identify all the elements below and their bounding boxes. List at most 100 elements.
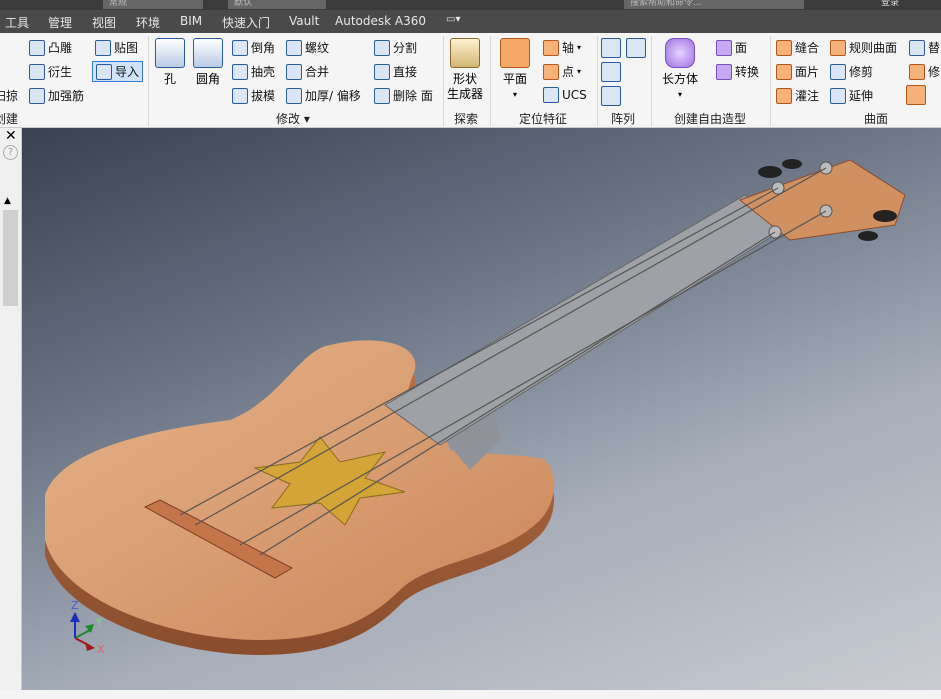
modify-group-label[interactable]: 修改 ▾: [276, 110, 310, 127]
shell-button[interactable]: 抽壳: [232, 63, 275, 80]
mirror-icon: [626, 38, 646, 58]
rectangular-pattern-button[interactable]: [601, 38, 621, 58]
shape-generator-button[interactable]: 形状 生成器: [447, 38, 483, 102]
close-icon[interactable]: ✕: [5, 128, 17, 144]
ucs-button[interactable]: UCS: [543, 87, 587, 103]
hole-button[interactable]: 孔: [155, 38, 185, 87]
shell-icon: [232, 63, 248, 80]
sculpt-button[interactable]: 灌注: [776, 87, 819, 104]
point-button[interactable]: 点 ▾: [543, 63, 581, 80]
split-button[interactable]: 分割: [374, 39, 417, 56]
fillet-button[interactable]: 圆角: [193, 38, 223, 87]
box-icon: [665, 38, 695, 68]
stitch-icon: [776, 39, 792, 56]
chamfer-button[interactable]: 倒角: [232, 39, 275, 56]
tab-bim[interactable]: BIM: [180, 14, 202, 28]
surface-group-label: 曲面: [864, 112, 889, 126]
freeform-group-label: 创建自由造型: [674, 112, 747, 126]
scroll-up-icon[interactable]: ▲: [4, 196, 11, 206]
sculpt-icon: [776, 87, 792, 104]
stitch-button[interactable]: 缝合: [776, 39, 819, 56]
patch-icon: [776, 63, 792, 80]
rib-icon: [29, 87, 45, 104]
ruled-surface-button[interactable]: 规则曲面: [830, 39, 897, 56]
thicken-offset-button[interactable]: 加厚/ 偏移: [286, 87, 361, 104]
thread-button[interactable]: 螺纹: [286, 39, 329, 56]
plane-button[interactable]: 平面 ▾: [500, 38, 530, 102]
sign-in-link[interactable]: 登录: [875, 0, 935, 9]
trim-icon: [830, 63, 846, 80]
ribbon-tabs: 工具 管理 视图 环境 BIM 快速入门 Vault Autodesk A360…: [0, 10, 941, 33]
sketch-pattern-button[interactable]: [601, 86, 621, 106]
triad-y-label: Y: [95, 616, 103, 629]
hole-icon: [155, 38, 185, 68]
tab-manage[interactable]: 管理: [48, 14, 72, 31]
tab-getting-started[interactable]: 快速入门: [222, 14, 270, 31]
mirror-button[interactable]: [626, 38, 646, 58]
derive-button[interactable]: 衍生: [29, 63, 72, 80]
rectangular-pattern-icon: [601, 38, 621, 58]
tab-a360[interactable]: Autodesk A360: [335, 14, 426, 28]
sketch-pattern-icon: [601, 86, 621, 106]
triad-z-label: Z: [71, 599, 79, 612]
direct-icon: [374, 63, 390, 80]
plane-icon: [500, 38, 530, 68]
thread-icon: [286, 39, 302, 56]
fillet-icon: [193, 38, 223, 68]
repair-button[interactable]: 修: [909, 63, 940, 80]
rib-button[interactable]: 加强筋: [29, 87, 84, 104]
3d-viewport[interactable]: Z Y X: [22, 128, 941, 690]
material-dropdown[interactable]: 默认: [228, 0, 326, 9]
decal-icon: [95, 39, 111, 56]
style-dropdown[interactable]: 常规: [103, 0, 203, 9]
point-icon: [543, 63, 559, 80]
freeform-box-button[interactable]: 长方体 ▾: [662, 38, 698, 102]
emboss-button[interactable]: 凸雕: [29, 39, 72, 56]
triad-x-label: X: [97, 643, 105, 656]
divider: [651, 36, 652, 126]
tab-environment[interactable]: 环境: [136, 14, 160, 31]
tab-vault[interactable]: Vault: [289, 14, 319, 28]
trim-button[interactable]: 修剪: [830, 63, 873, 80]
pattern-group-label: 阵列: [611, 112, 636, 126]
delete-face-icon: [374, 87, 390, 104]
axis-button[interactable]: 轴 ▾: [543, 39, 581, 56]
delete-face-button[interactable]: 删除 面: [374, 87, 433, 104]
convert-icon: [716, 63, 732, 80]
surface-extra-button[interactable]: [906, 85, 926, 105]
freeform-face-button[interactable]: 面: [716, 39, 747, 56]
fretboard: [384, 194, 791, 446]
scrollbar-thumb[interactable]: [3, 210, 18, 306]
extend-button[interactable]: 延伸: [830, 87, 873, 104]
draft-icon: [232, 87, 248, 104]
help-icon[interactable]: ?: [3, 145, 18, 160]
ribbon: 凸雕 衍生 加强筋 贴图 导入 扫掠 创建 孔 圆角 倒角 抽壳 拔模 螺纹 合…: [0, 33, 941, 128]
convert-button[interactable]: 转换: [716, 63, 759, 80]
panel-toggle-icon[interactable]: ▭▾: [446, 14, 460, 25]
ucs-icon: [543, 87, 559, 103]
draft-button[interactable]: 拔模: [232, 87, 275, 104]
direct-button[interactable]: 直接: [374, 63, 417, 80]
view-triad[interactable]: Z Y X: [62, 598, 132, 658]
thicken-icon: [286, 87, 302, 104]
tab-view[interactable]: 视图: [92, 14, 116, 31]
combine-icon: [286, 63, 302, 80]
replace-face-icon: [909, 39, 925, 56]
circular-pattern-button[interactable]: [601, 62, 621, 82]
patch-button[interactable]: 面片: [776, 63, 819, 80]
combine-button[interactable]: 合并: [286, 63, 329, 80]
guitar-model: [45, 159, 906, 655]
chamfer-icon: [232, 39, 248, 56]
copy-object-icon: [906, 85, 926, 105]
shape-generator-icon: [450, 38, 480, 68]
extend-icon: [830, 87, 846, 104]
explore-group-label: 探索: [454, 112, 479, 126]
sweep-button[interactable]: 扫掠: [0, 87, 18, 104]
tab-tools[interactable]: 工具: [5, 14, 29, 31]
import-button[interactable]: 导入: [92, 61, 144, 82]
replace-face-button[interactable]: 替: [909, 39, 940, 56]
import-icon: [96, 63, 112, 80]
decal-button[interactable]: 贴图: [95, 39, 138, 56]
search-input[interactable]: 搜索帮助和命令...: [624, 0, 804, 9]
create-group-label: 创建: [0, 112, 19, 126]
